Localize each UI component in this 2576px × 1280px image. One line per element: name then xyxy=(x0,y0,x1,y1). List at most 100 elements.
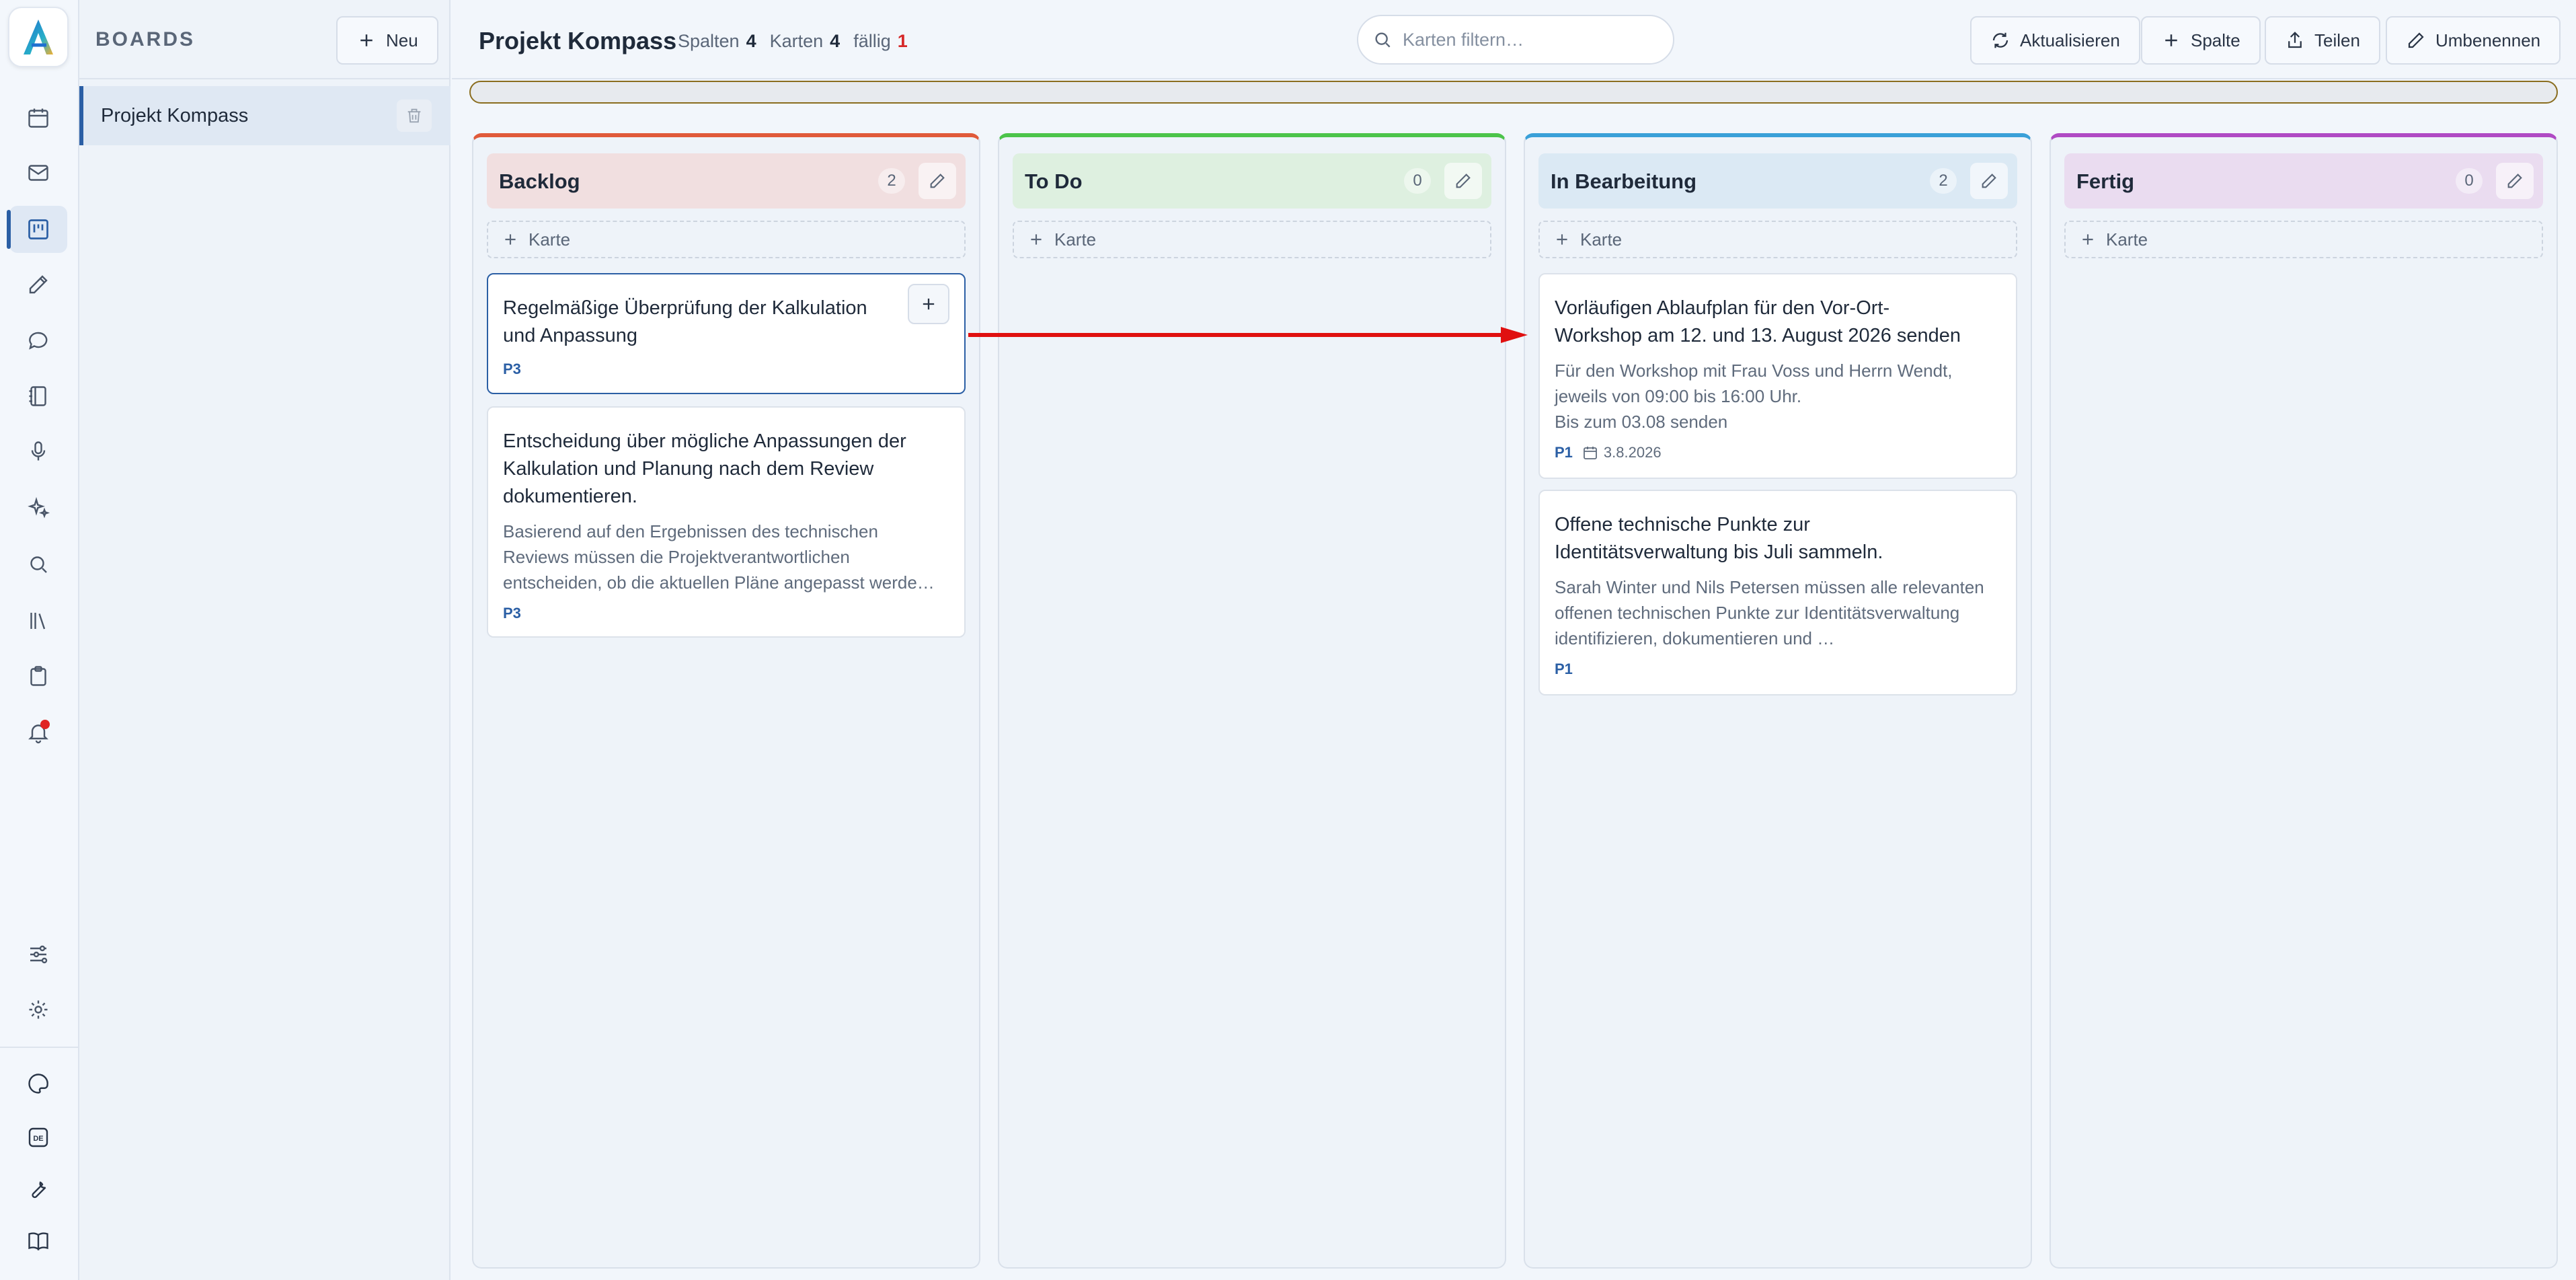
stat-due-value: 1 xyxy=(897,31,908,51)
search-icon xyxy=(1375,32,1391,48)
card-meta: P3 xyxy=(503,605,949,622)
add-column-label: Spalte xyxy=(2191,30,2240,50)
bell-icon[interactable] xyxy=(9,709,67,756)
kanban-icon[interactable] xyxy=(7,206,67,253)
pencil-icon[interactable] xyxy=(1444,163,1482,199)
card-add-button[interactable] xyxy=(908,284,949,324)
column-title: In Bearbeitung xyxy=(1551,170,1697,193)
library-icon[interactable] xyxy=(9,597,67,644)
column-backlog: Backlog 2 Karte Regelmäßige Überprüfung … xyxy=(472,133,980,1269)
stat-columns-label: Spalten xyxy=(678,31,740,51)
new-board-label: Neu xyxy=(386,30,418,50)
page-title: Projekt Kompass xyxy=(479,27,677,54)
plus-icon xyxy=(1557,234,1567,245)
card-title: Vorläufigen Ablaufplan für den Vor-Ort-W… xyxy=(1555,297,1961,346)
add-card-label: Karte xyxy=(1054,229,1097,250)
column-done: Fertig 0 Karte xyxy=(2050,133,2558,1269)
icon-rail: DE xyxy=(0,0,79,1280)
column-header: Fertig 0 xyxy=(2064,153,2543,209)
plus-icon xyxy=(2165,34,2177,46)
card-filter-search[interactable] xyxy=(1357,15,1674,65)
column-header: To Do 0 xyxy=(1013,153,1491,209)
share-label: Teilen xyxy=(2314,30,2360,50)
column-in-progress: In Bearbeitung 2 Karte Vorläufigen Ablau… xyxy=(1524,133,2032,1269)
search-icon[interactable] xyxy=(9,541,67,588)
app-logo-icon[interactable] xyxy=(8,7,69,67)
board-item-label: Projekt Kompass xyxy=(101,105,249,126)
notebook-icon[interactable] xyxy=(9,373,67,420)
card-meta: P1 xyxy=(1555,661,2001,678)
mail-icon[interactable] xyxy=(9,149,67,196)
column-count-badge: 0 xyxy=(1404,168,1431,194)
edit-icon[interactable] xyxy=(9,261,67,308)
card[interactable]: Regelmäßige Überprüfung der Kalkulation … xyxy=(487,273,966,394)
trash-icon[interactable] xyxy=(397,100,432,132)
boards-title: BOARDS xyxy=(95,28,196,50)
pencil-icon[interactable] xyxy=(919,163,956,199)
board-stats: Spalten 4 Karten 4 fällig 1 xyxy=(678,31,908,52)
column-count-badge: 2 xyxy=(1930,168,1957,194)
boards-header: BOARDS Neu xyxy=(79,0,451,79)
column-todo: To Do 0 Karte xyxy=(998,133,1506,1269)
card-meta: P1 3.8.2026 xyxy=(1555,444,2001,461)
pencil-icon[interactable] xyxy=(1970,163,2008,199)
add-card-button[interactable]: Karte xyxy=(2064,221,2543,258)
microphone-icon[interactable] xyxy=(9,428,67,475)
stat-due-label: fällig xyxy=(853,31,891,51)
share-icon xyxy=(2288,32,2302,48)
stat-cards-label: Karten xyxy=(769,31,824,51)
add-card-button[interactable]: Karte xyxy=(1013,221,1491,258)
notification-dot xyxy=(40,720,50,729)
rename-label: Umbenennen xyxy=(2435,30,2541,50)
add-card-button[interactable]: Karte xyxy=(487,221,966,258)
language-de-icon[interactable]: DE xyxy=(15,1117,62,1158)
sliders-icon[interactable] xyxy=(9,931,67,978)
add-card-button[interactable]: Karte xyxy=(1538,221,2017,258)
due-date: 3.8.2026 xyxy=(1582,444,1662,461)
rail-divider xyxy=(0,1047,79,1048)
card-description: Basierend auf den Ergebnissen des techni… xyxy=(503,521,935,593)
calendar-icon[interactable] xyxy=(9,94,67,141)
stat-columns: Spalten 4 xyxy=(678,31,756,52)
refresh-label: Aktualisieren xyxy=(2020,30,2120,50)
palette-icon[interactable] xyxy=(15,1063,62,1104)
stat-due: fällig 1 xyxy=(853,31,908,52)
sparkles-icon[interactable] xyxy=(9,484,67,531)
column-title: To Do xyxy=(1025,170,1083,193)
stat-cards-value: 4 xyxy=(830,31,841,51)
column-title: Backlog xyxy=(499,170,580,193)
card-title: Entscheidung über mögliche Anpassungen d… xyxy=(503,430,906,507)
column-count-badge: 0 xyxy=(2456,168,2483,194)
card[interactable]: Vorläufigen Ablaufplan für den Vor-Ort-W… xyxy=(1538,273,2017,479)
card-description: Sarah Winter und Nils Petersen müssen al… xyxy=(1555,577,1984,648)
board-toolbar: Projekt Kompass Spalten 4 Karten 4 fällig 1… xyxy=(452,0,2576,79)
add-card-label: Karte xyxy=(2106,229,2148,250)
plus-icon xyxy=(2082,234,2093,245)
new-board-button[interactable]: Neu xyxy=(336,16,438,65)
language-badge: DE xyxy=(33,1135,43,1143)
card[interactable]: Offene technische Punkte zur Identitätsv… xyxy=(1538,490,2017,695)
wrench-icon[interactable] xyxy=(15,1168,62,1209)
card[interactable]: Entscheidung über mögliche Anpassungen d… xyxy=(487,406,966,638)
card-title: Offene technische Punkte zur Identitätsv… xyxy=(1555,514,1883,563)
drag-arrow xyxy=(968,327,1528,343)
clipboard-icon[interactable] xyxy=(9,652,67,700)
chat-icon[interactable] xyxy=(9,317,67,365)
add-card-label: Karte xyxy=(1580,229,1623,250)
book-icon[interactable] xyxy=(15,1220,62,1262)
add-column-button[interactable]: Spalte xyxy=(2141,16,2261,65)
rename-button[interactable]: Umbenennen xyxy=(2386,16,2561,65)
board-item-projekt-kompass[interactable]: Projekt Kompass xyxy=(79,86,451,145)
pencil-icon xyxy=(2408,32,2424,48)
due-date-label: 3.8.2026 xyxy=(1603,444,1662,461)
share-button[interactable]: Teilen xyxy=(2265,16,2380,65)
priority-badge: P3 xyxy=(503,605,521,622)
priority-badge: P3 xyxy=(503,361,521,377)
search-input[interactable] xyxy=(1403,29,1658,50)
calendar-icon xyxy=(1584,447,1597,459)
pencil-icon[interactable] xyxy=(2496,163,2534,199)
add-card-label: Karte xyxy=(529,229,571,250)
column-title: Fertig xyxy=(2076,170,2135,193)
gear-icon[interactable] xyxy=(9,986,67,1033)
refresh-button[interactable]: Aktualisieren xyxy=(1970,16,2140,65)
